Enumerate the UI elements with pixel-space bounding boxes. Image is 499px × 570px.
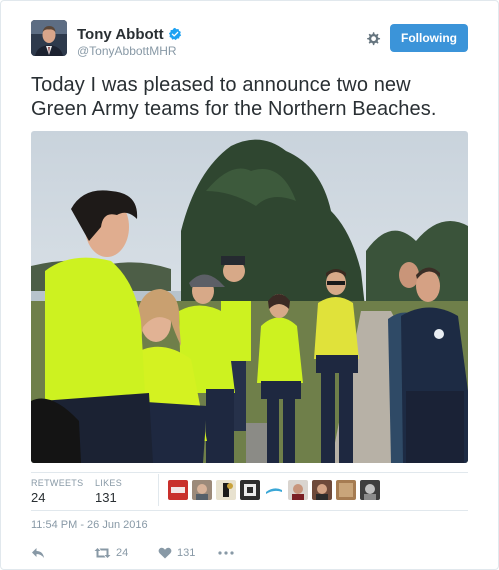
more-icon — [218, 551, 234, 555]
liker-avatar[interactable] — [192, 480, 212, 500]
tweet-text: Today I was pleased to announce two new … — [31, 73, 471, 121]
liker-avatar[interactable] — [216, 480, 236, 500]
liker-avatar[interactable] — [312, 480, 332, 500]
tweet-text-line-1: Today I was pleased to announce two new — [31, 74, 411, 96]
stats-separator — [158, 474, 159, 506]
stats-top-divider — [31, 472, 468, 473]
retweet-count: 24 — [116, 547, 129, 559]
user-handle[interactable]: @TonyAbbottMHR — [77, 44, 177, 58]
reply-icon — [32, 548, 44, 558]
like-count: 131 — [177, 547, 196, 559]
liker-avatar[interactable] — [288, 480, 308, 500]
following-button[interactable]: Following — [390, 24, 468, 52]
liker-avatar[interactable] — [336, 480, 356, 500]
user-name-text[interactable]: Tony Abbott — [77, 26, 164, 43]
liker-avatar[interactable] — [240, 480, 260, 500]
tweet-text-line-2: Green Army teams for the Northern Beache… — [31, 98, 437, 120]
tweet-photo[interactable] — [31, 131, 468, 463]
retweets-label[interactable]: RETWEETS — [31, 478, 83, 488]
liker-avatar[interactable] — [360, 480, 380, 500]
liker-avatar[interactable] — [168, 480, 188, 500]
stats-bottom-divider — [31, 510, 468, 511]
retweet-icon — [94, 548, 111, 558]
reply-button[interactable] — [31, 545, 45, 561]
liker-avatar[interactable] — [264, 480, 284, 500]
like-button[interactable]: 131 — [158, 545, 195, 561]
verified-badge-icon — [168, 27, 181, 41]
user-name[interactable]: Tony Abbott — [77, 26, 182, 43]
retweets-count[interactable]: 24 — [31, 490, 45, 505]
likes-count[interactable]: 131 — [95, 490, 117, 505]
more-button[interactable] — [218, 545, 234, 561]
tweet-timestamp[interactable]: 11:54 PM - 26 Jun 2016 — [31, 519, 148, 531]
likes-label[interactable]: LIKES — [95, 478, 122, 488]
heart-icon — [158, 547, 172, 559]
retweet-button[interactable]: 24 — [94, 545, 128, 561]
gear-icon[interactable] — [364, 30, 382, 48]
avatar[interactable] — [31, 20, 67, 56]
